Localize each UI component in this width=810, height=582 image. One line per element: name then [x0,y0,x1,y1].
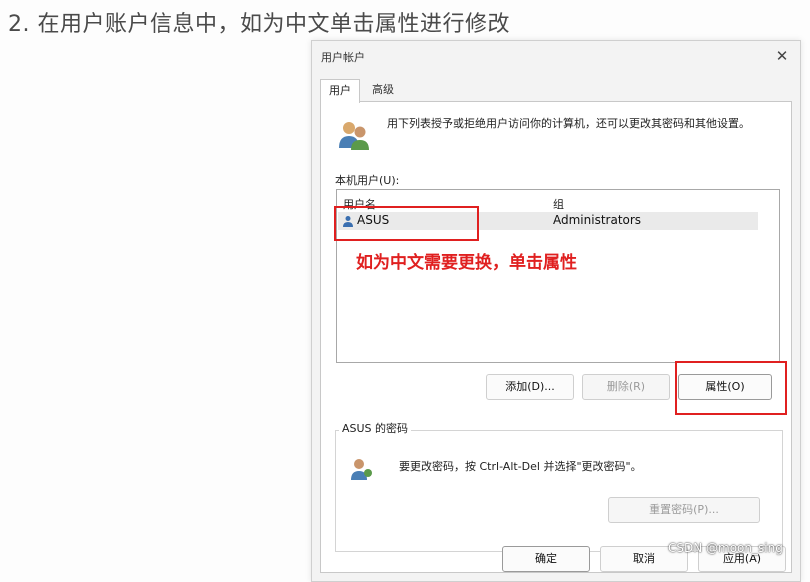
reset-password-button[interactable]: 重置密码(P)... [608,497,760,523]
row-group: Administrators [553,213,642,227]
column-header-group[interactable]: 组 [553,196,564,212]
local-users-label: 本机用户(U): [335,174,400,187]
users-tab-panel: 用下列表授予或拒绝用户访问你的计算机，还可以更改其密码和其他设置。 本机用户(U… [320,101,792,573]
highlight-properties-button [675,361,787,415]
step-instruction: 2. 在用户账户信息中，如为中文单击属性进行修改 [8,12,510,37]
password-group-title: ASUS 的密码 [339,420,412,436]
ok-button[interactable]: 确定 [502,546,590,572]
close-button[interactable]: ✕ [770,45,794,67]
dialog-titlebar: 用户帐户 ✕ [312,41,800,71]
password-groupbox [335,430,783,552]
password-instructions: 要更改密码，按 Ctrl-Alt-Del 并选择"更改密码"。 [399,460,642,473]
users-icon [339,122,369,150]
user-accounts-dialog: 用户帐户 ✕ 用户 高级 用下列表授予或拒绝用户访问你的计算机，还可以更改其密码… [311,40,801,582]
remove-button[interactable]: 删除(R) [582,374,670,400]
watermark: CSDN @moon_sing [668,541,783,555]
annotation-text: 如为中文需要更换，单击属性 [356,253,577,273]
tab-advanced[interactable]: 高级 [364,79,402,101]
intro-text: 用下列表授予或拒绝用户访问你的计算机，还可以更改其密码和其他设置。 [387,117,750,130]
highlight-asus-row [334,206,479,241]
add-button[interactable]: 添加(D)... [486,374,574,400]
tab-users[interactable]: 用户 [320,79,360,103]
dialog-title: 用户帐户 [321,51,365,64]
user-key-icon [351,459,372,480]
